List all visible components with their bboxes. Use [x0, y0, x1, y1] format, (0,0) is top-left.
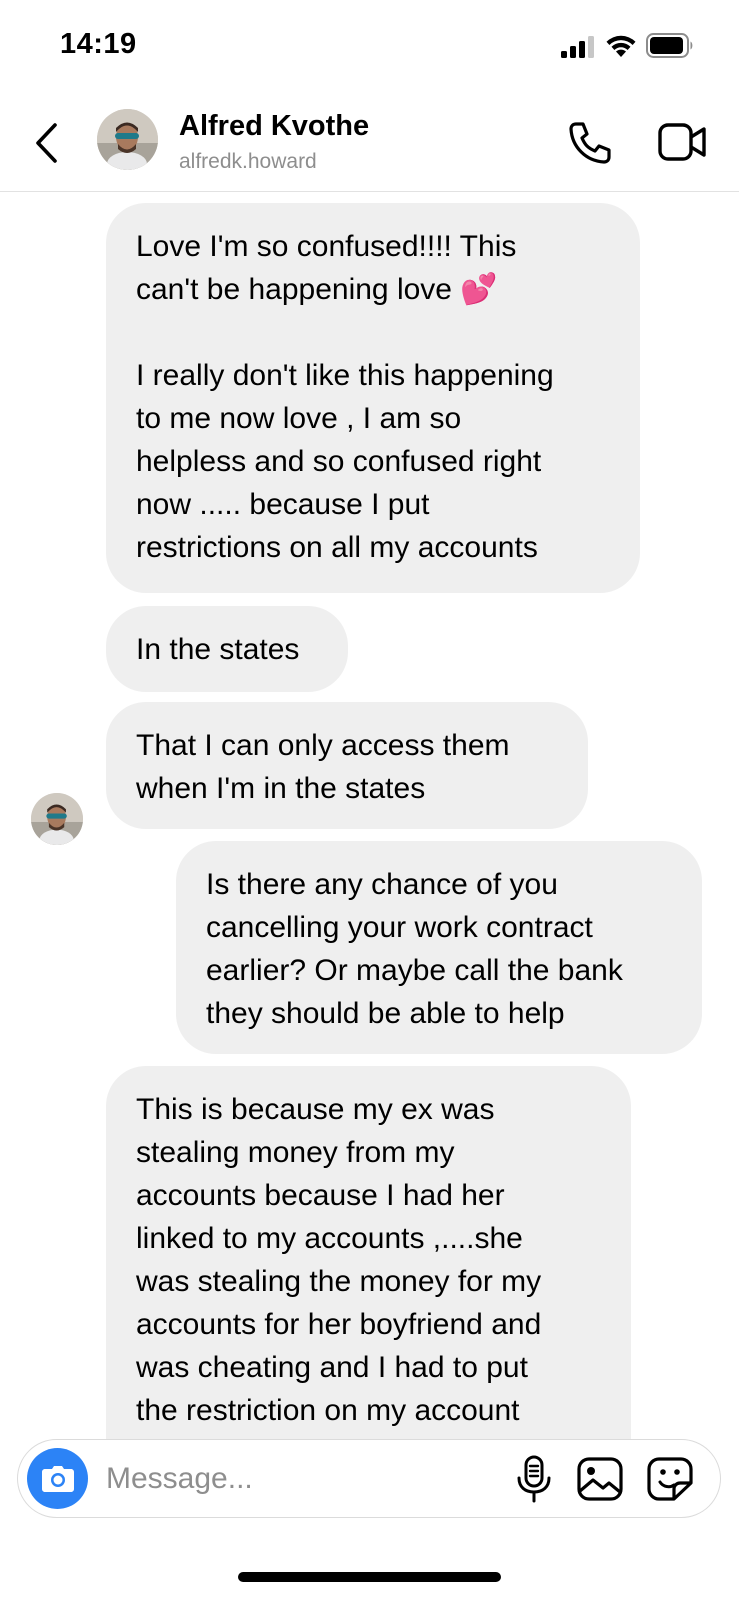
camera-icon [41, 1465, 74, 1492]
video-call-button[interactable] [657, 120, 709, 164]
cellular-signal-icon [561, 36, 594, 58]
contact-avatar[interactable] [97, 109, 158, 170]
video-camera-icon [658, 123, 706, 161]
chevron-left-icon [36, 123, 57, 163]
avatar-photo [97, 109, 158, 170]
image-icon [577, 1457, 623, 1501]
status-bar: 14:19 [0, 0, 739, 95]
message-bubble[interactable]: That I can only access them when I'm in … [106, 702, 588, 829]
camera-button[interactable] [27, 1448, 88, 1509]
home-indicator[interactable] [238, 1572, 501, 1582]
message-bubble-sent[interactable]: Is there any chance of you cancelling yo… [176, 841, 702, 1054]
sticker-icon [647, 1457, 693, 1501]
message-bubble[interactable]: Love I'm so confused!!!! This can't be h… [106, 203, 640, 593]
message-bubble[interactable]: This is because my ex was stealing money… [106, 1066, 631, 1440]
sender-avatar[interactable] [31, 793, 83, 845]
message-bubble[interactable]: In the states [106, 606, 348, 692]
gallery-button[interactable] [576, 1456, 624, 1502]
chat-header: Alfred Kvothe alfredk.howard [0, 100, 739, 192]
status-time: 14:19 [60, 28, 137, 60]
message-thread[interactable]: Love I'm so confused!!!! This can't be h… [0, 193, 739, 1440]
message-composer [17, 1439, 721, 1518]
message-input[interactable] [106, 1452, 486, 1506]
avatar-photo [31, 793, 83, 845]
phone-icon [569, 122, 611, 164]
contact-name[interactable]: Alfred Kvothe [179, 110, 369, 143]
sticker-button[interactable] [646, 1456, 694, 1502]
wifi-icon [606, 35, 636, 57]
voice-message-button[interactable] [512, 1454, 556, 1504]
back-button[interactable] [28, 118, 64, 168]
call-button[interactable] [566, 119, 614, 167]
battery-icon [646, 33, 693, 58]
microphone-icon [517, 1455, 551, 1503]
contact-username: alfredk.howard [179, 150, 317, 173]
